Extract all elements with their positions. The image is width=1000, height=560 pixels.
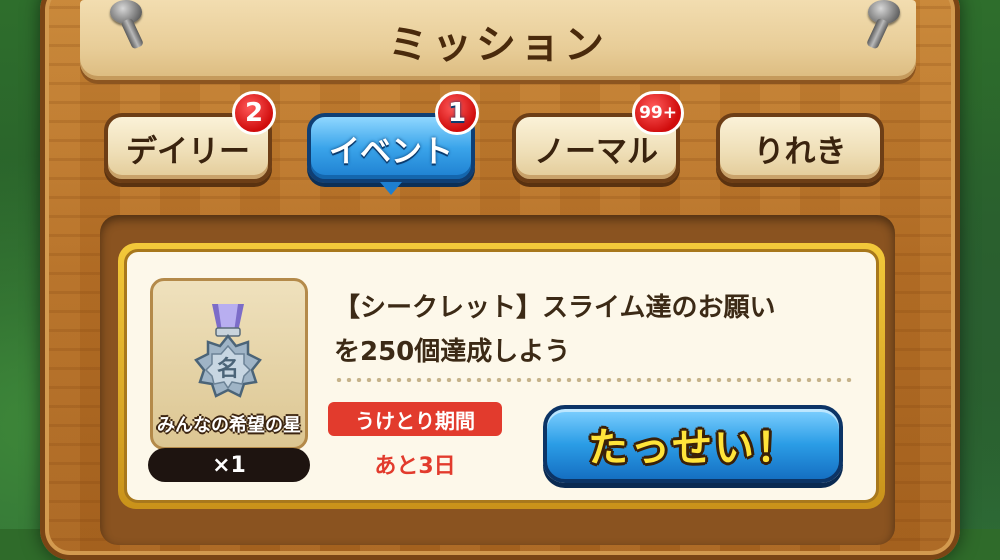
tab-label: ノーマル (534, 133, 658, 170)
medal-icon: 名 (182, 302, 274, 408)
tab-label: りれき (753, 133, 847, 170)
period-label: うけとり期間 (328, 402, 502, 436)
tab-label: デイリー (126, 133, 250, 170)
tab-label: イベント (329, 133, 453, 170)
reward-quantity: ×1 (148, 448, 310, 482)
period-remaining: あと3日 (374, 454, 456, 479)
tab-event[interactable]: イベント 1 (307, 91, 479, 195)
mission-text-line: 【シークレット】スライム達のお願い (334, 293, 776, 323)
dotted-divider (334, 378, 854, 382)
achieve-button-label: たっせい！ (588, 425, 798, 471)
tab-normal[interactable]: ノーマル 99+ (512, 91, 684, 183)
title-banner: ミッション (80, 0, 916, 80)
notification-badge: 1 (435, 91, 479, 135)
notification-badge: 2 (232, 91, 276, 135)
page-title: ミッション (388, 22, 608, 68)
tab-history[interactable]: りれき (716, 113, 884, 183)
pin-icon (108, 0, 145, 60)
reward-name: みんなの希望の星 (157, 415, 301, 436)
pin-icon (865, 0, 902, 60)
mission-text-line: を250個達成しよう (334, 337, 571, 367)
achieve-button[interactable]: たっせい！ (543, 405, 843, 483)
mission-description: 【シークレット】スライム達のお願い を250個達成しよう (334, 286, 854, 374)
tab-daily[interactable]: デイリー 2 (104, 91, 276, 183)
notification-badge: 99+ (632, 91, 684, 135)
svg-text:名: 名 (217, 356, 239, 382)
